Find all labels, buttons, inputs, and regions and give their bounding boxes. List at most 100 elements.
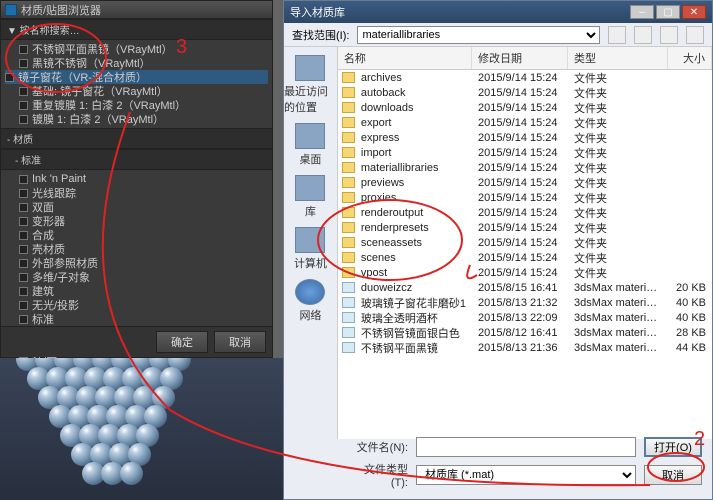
dialog-title: 导入材质库 xyxy=(290,4,345,20)
tree-item[interactable]: 变形器 xyxy=(5,214,268,228)
folder-icon xyxy=(342,207,355,218)
open-button[interactable]: 打开(O) xyxy=(644,437,702,457)
tree-item[interactable]: 镜子窗花（VR-混合材质） xyxy=(5,70,268,84)
file-name: duoweizcz xyxy=(355,282,472,294)
file-row[interactable]: archives2015/9/14 15:24文件夹 xyxy=(338,70,712,85)
filetype-label: 文件类型(T): xyxy=(348,461,408,489)
tree-item[interactable]: 多维/子对象 xyxy=(5,270,268,284)
file-row[interactable]: downloads2015/9/14 15:24文件夹 xyxy=(338,100,712,115)
file-row[interactable]: export2015/9/14 15:24文件夹 xyxy=(338,115,712,130)
file-type: 文件夹 xyxy=(568,205,668,221)
material-swatch-icon xyxy=(19,59,28,68)
material-swatch-icon xyxy=(19,231,28,240)
path-select[interactable]: materiallibraries xyxy=(357,26,600,44)
standard-header[interactable]: - 标准 xyxy=(1,149,272,170)
tree-item[interactable]: 基础: 镜子窗花（VRayMtl） xyxy=(5,84,268,98)
file-type: 文件夹 xyxy=(568,190,668,206)
file-list[interactable]: archives2015/9/14 15:24文件夹autoback2015/9… xyxy=(338,70,712,439)
file-row[interactable]: renderoutput2015/9/14 15:24文件夹 xyxy=(338,205,712,220)
file-date: 2015/9/14 15:24 xyxy=(472,237,568,249)
file-date: 2015/9/14 15:24 xyxy=(472,192,568,204)
file-date: 2015/8/13 21:32 xyxy=(472,297,568,309)
file-row[interactable]: import2015/9/14 15:24文件夹 xyxy=(338,145,712,160)
materials-header[interactable]: - 材质 xyxy=(1,128,272,149)
file-row[interactable]: sceneassets2015/9/14 15:24文件夹 xyxy=(338,235,712,250)
file-name: vpost xyxy=(355,267,472,279)
file-row[interactable]: vpost2015/9/14 15:24文件夹 xyxy=(338,265,712,280)
tree-item[interactable]: 不锈钢平面黑镜（VRayMtl） xyxy=(5,42,268,56)
filename-input[interactable] xyxy=(416,437,636,457)
folder-icon xyxy=(342,162,355,173)
col-name[interactable]: 名称 xyxy=(338,47,472,69)
file-row[interactable]: 玻璃全透明酒杯2015/8/13 22:093dsMax material li… xyxy=(338,310,712,325)
file-row[interactable]: 不锈钢平面黑镜2015/8/13 21:363dsMax material li… xyxy=(338,340,712,355)
file-name: 玻璃全透明酒杯 xyxy=(355,310,472,326)
places-item[interactable]: 网络 xyxy=(284,275,337,327)
place-icon xyxy=(295,279,325,305)
tree-item[interactable]: Ink 'n Paint xyxy=(5,172,268,186)
folder-icon xyxy=(342,117,355,128)
dialog-footer: 文件名(N): 打开(O) 文件类型(T): 材质库 (*.mat) 取消 xyxy=(348,433,702,489)
view-button[interactable] xyxy=(686,26,704,44)
close-button[interactable]: ✕ xyxy=(682,5,706,19)
filetype-select[interactable]: 材质库 (*.mat) xyxy=(416,465,636,485)
tree-item[interactable]: 黑镜不锈钢（VRayMtl） xyxy=(5,56,268,70)
material-swatch-icon xyxy=(19,287,28,296)
file-row[interactable]: autoback2015/9/14 15:24文件夹 xyxy=(338,85,712,100)
places-item[interactable]: 计算机 xyxy=(284,223,337,275)
cancel-open-button[interactable]: 取消 xyxy=(644,465,702,485)
file-icon xyxy=(342,297,355,308)
file-row[interactable]: materiallibraries2015/9/14 15:24文件夹 xyxy=(338,160,712,175)
folder-icon xyxy=(342,222,355,233)
file-row[interactable]: previews2015/9/14 15:24文件夹 xyxy=(338,175,712,190)
places-item[interactable]: 最近访问的位置 xyxy=(284,51,337,119)
folder-icon xyxy=(342,267,355,278)
file-date: 2015/9/14 15:24 xyxy=(472,102,568,114)
file-row[interactable]: scenes2015/9/14 15:24文件夹 xyxy=(338,250,712,265)
left-titlebar[interactable]: 材质/贴图浏览器 xyxy=(1,1,272,19)
minimize-button[interactable]: – xyxy=(630,5,654,19)
file-name: import xyxy=(355,147,472,159)
place-icon xyxy=(295,123,325,149)
dialog-titlebar[interactable]: 导入材质库 – ▢ ✕ xyxy=(284,1,712,23)
back-button[interactable] xyxy=(608,26,626,44)
file-name: sceneassets xyxy=(355,237,472,249)
tree-item[interactable]: 外部参照材质 xyxy=(5,256,268,270)
material-swatch-icon xyxy=(19,45,28,54)
tree-item[interactable]: 壳材质 xyxy=(5,242,268,256)
file-list-header[interactable]: 名称 修改日期 类型 大小 xyxy=(338,47,712,70)
newfolder-button[interactable] xyxy=(660,26,678,44)
tree-item[interactable]: 镀膜 1: 白漆 2（VRayMtl） xyxy=(5,112,268,126)
places-item[interactable]: 库 xyxy=(284,171,337,223)
app-icon xyxy=(5,4,17,16)
left-title: 材质/贴图浏览器 xyxy=(21,2,101,18)
path-label: 查找范围(I): xyxy=(292,27,349,43)
search-header[interactable]: ▼ 按名称搜索… xyxy=(1,19,272,40)
col-date[interactable]: 修改日期 xyxy=(472,47,568,69)
file-row[interactable]: 不锈钢管镜面银白色2015/8/12 16:413dsMax material … xyxy=(338,325,712,340)
tree-item[interactable]: 无光/投影 xyxy=(5,298,268,312)
tree-item[interactable]: 光线跟踪 xyxy=(5,186,268,200)
file-row[interactable]: renderpresets2015/9/14 15:24文件夹 xyxy=(338,220,712,235)
col-type[interactable]: 类型 xyxy=(568,47,668,69)
up-button[interactable] xyxy=(634,26,652,44)
tree-item[interactable]: 标准 xyxy=(5,312,268,326)
file-row[interactable]: 玻璃镜子窗花非磨砂12015/8/13 21:323dsMax material… xyxy=(338,295,712,310)
file-row[interactable]: duoweizcz2015/8/15 16:413dsMax material … xyxy=(338,280,712,295)
cancel-button[interactable]: 取消 xyxy=(214,331,266,353)
file-row[interactable]: proxies2015/9/14 15:24文件夹 xyxy=(338,190,712,205)
file-name: previews xyxy=(355,177,472,189)
col-size[interactable]: 大小 xyxy=(668,47,712,69)
maximize-button[interactable]: ▢ xyxy=(656,5,680,19)
tree-item[interactable]: 重复镀膜 1: 白漆 2（VRayMtl） xyxy=(5,98,268,112)
tree-item[interactable]: 双面 xyxy=(5,200,268,214)
viewport-3d[interactable] xyxy=(0,358,283,500)
places-item[interactable]: 桌面 xyxy=(284,119,337,171)
tree-item[interactable]: 合成 xyxy=(5,228,268,242)
tree-item[interactable]: 建筑 xyxy=(5,284,268,298)
file-row[interactable]: express2015/9/14 15:24文件夹 xyxy=(338,130,712,145)
file-date: 2015/9/14 15:24 xyxy=(472,207,568,219)
file-name: archives xyxy=(355,72,472,84)
ok-button[interactable]: 确定 xyxy=(156,331,208,353)
material-swatch-icon xyxy=(19,315,28,324)
